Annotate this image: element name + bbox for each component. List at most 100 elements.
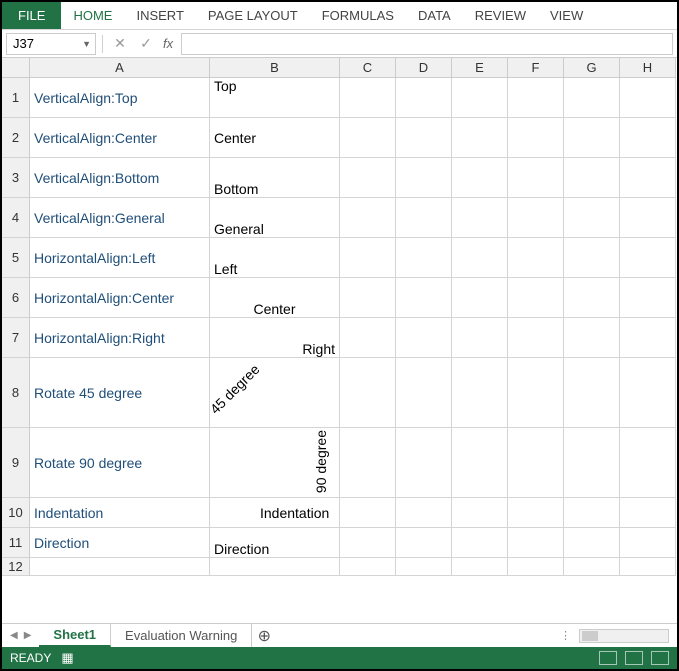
cell-F9[interactable] — [508, 428, 564, 498]
cancel-icon[interactable]: ✕ — [109, 33, 131, 55]
cell-B8[interactable]: 45 degree — [210, 358, 340, 428]
tab-page-layout[interactable]: PAGE LAYOUT — [196, 2, 310, 29]
tab-insert[interactable]: INSERT — [124, 2, 195, 29]
cell-F2[interactable] — [508, 118, 564, 158]
cell-E11[interactable] — [452, 528, 508, 558]
cell-E4[interactable] — [452, 198, 508, 238]
cell-H4[interactable] — [620, 198, 676, 238]
row-header-7[interactable]: 7 — [2, 318, 30, 358]
cell-B7[interactable]: Right — [210, 318, 340, 358]
cell-C1[interactable] — [340, 78, 396, 118]
col-header-E[interactable]: E — [452, 58, 508, 78]
cell-F11[interactable] — [508, 528, 564, 558]
cell-C7[interactable] — [340, 318, 396, 358]
cell-B11[interactable]: Direction — [210, 528, 340, 558]
formula-input[interactable] — [181, 33, 673, 55]
cell-C10[interactable] — [340, 498, 396, 528]
name-box[interactable]: J37 ▼ — [6, 33, 96, 55]
cell-F6[interactable] — [508, 278, 564, 318]
cell-F10[interactable] — [508, 498, 564, 528]
cell-B1[interactable]: Top — [210, 78, 340, 118]
cell-E2[interactable] — [452, 118, 508, 158]
cell-A2[interactable]: VerticalAlign:Center — [30, 118, 210, 158]
cell-C5[interactable] — [340, 238, 396, 278]
cell-C11[interactable] — [340, 528, 396, 558]
cell-C4[interactable] — [340, 198, 396, 238]
cell-G9[interactable] — [564, 428, 620, 498]
cell-C6[interactable] — [340, 278, 396, 318]
cell-B10[interactable]: Indentation — [210, 498, 340, 528]
add-sheet-button[interactable]: ⊕ — [252, 626, 276, 646]
row-header-5[interactable]: 5 — [2, 238, 30, 278]
cell-C8[interactable] — [340, 358, 396, 428]
row-header-9[interactable]: 9 — [2, 428, 30, 498]
view-page-break-button[interactable] — [651, 651, 669, 665]
cell-G8[interactable] — [564, 358, 620, 428]
horizontal-scrollbar[interactable] — [579, 629, 669, 643]
sheet-tab-sheet1[interactable]: Sheet1 — [39, 624, 111, 647]
tab-review[interactable]: REVIEW — [463, 2, 538, 29]
cell-F1[interactable] — [508, 78, 564, 118]
cell-G6[interactable] — [564, 278, 620, 318]
col-header-G[interactable]: G — [564, 58, 620, 78]
col-header-A[interactable]: A — [30, 58, 210, 78]
row-header-8[interactable]: 8 — [2, 358, 30, 428]
row-header-10[interactable]: 10 — [2, 498, 30, 528]
row-header-11[interactable]: 11 — [2, 528, 30, 558]
cell-B4[interactable]: General — [210, 198, 340, 238]
cell-G7[interactable] — [564, 318, 620, 358]
cell-E3[interactable] — [452, 158, 508, 198]
cell-D8[interactable] — [396, 358, 452, 428]
tab-data[interactable]: DATA — [406, 2, 463, 29]
cell-D2[interactable] — [396, 118, 452, 158]
cell-E12[interactable] — [452, 558, 508, 576]
cell-A12[interactable] — [30, 558, 210, 576]
cell-A10[interactable]: Indentation — [30, 498, 210, 528]
cell-H8[interactable] — [620, 358, 676, 428]
cell-F12[interactable] — [508, 558, 564, 576]
cell-D7[interactable] — [396, 318, 452, 358]
tab-formulas[interactable]: FORMULAS — [310, 2, 406, 29]
macro-record-icon[interactable]: ▦ — [61, 650, 73, 666]
cell-D9[interactable] — [396, 428, 452, 498]
cell-H7[interactable] — [620, 318, 676, 358]
tab-view[interactable]: VIEW — [538, 2, 595, 29]
cell-G1[interactable] — [564, 78, 620, 118]
cell-G5[interactable] — [564, 238, 620, 278]
col-header-H[interactable]: H — [620, 58, 676, 78]
cell-A6[interactable]: HorizontalAlign:Center — [30, 278, 210, 318]
sheet-tab-evaluation-warning[interactable]: Evaluation Warning — [111, 624, 252, 647]
col-header-F[interactable]: F — [508, 58, 564, 78]
cell-H9[interactable] — [620, 428, 676, 498]
view-page-layout-button[interactable] — [625, 651, 643, 665]
cell-A7[interactable]: HorizontalAlign:Right — [30, 318, 210, 358]
cell-F7[interactable] — [508, 318, 564, 358]
cell-A3[interactable]: VerticalAlign:Bottom — [30, 158, 210, 198]
cell-A1[interactable]: VerticalAlign:Top — [30, 78, 210, 118]
cell-B2[interactable]: Center — [210, 118, 340, 158]
row-header-1[interactable]: 1 — [2, 78, 30, 118]
cell-G4[interactable] — [564, 198, 620, 238]
cell-C9[interactable] — [340, 428, 396, 498]
cell-D10[interactable] — [396, 498, 452, 528]
cell-E1[interactable] — [452, 78, 508, 118]
cell-E10[interactable] — [452, 498, 508, 528]
row-header-6[interactable]: 6 — [2, 278, 30, 318]
cell-B5[interactable]: Left — [210, 238, 340, 278]
nav-prev-icon[interactable]: ◀ — [10, 630, 18, 641]
cell-E7[interactable] — [452, 318, 508, 358]
tab-home[interactable]: HOME — [61, 2, 124, 29]
select-all-corner[interactable] — [2, 58, 30, 78]
cell-G11[interactable] — [564, 528, 620, 558]
cell-G2[interactable] — [564, 118, 620, 158]
cell-H10[interactable] — [620, 498, 676, 528]
nav-next-icon[interactable]: ▶ — [24, 630, 32, 641]
cell-B3[interactable]: Bottom — [210, 158, 340, 198]
cell-C2[interactable] — [340, 118, 396, 158]
cell-C3[interactable] — [340, 158, 396, 198]
cell-A4[interactable]: VerticalAlign:General — [30, 198, 210, 238]
cell-G12[interactable] — [564, 558, 620, 576]
col-header-C[interactable]: C — [340, 58, 396, 78]
cell-C12[interactable] — [340, 558, 396, 576]
cell-E6[interactable] — [452, 278, 508, 318]
